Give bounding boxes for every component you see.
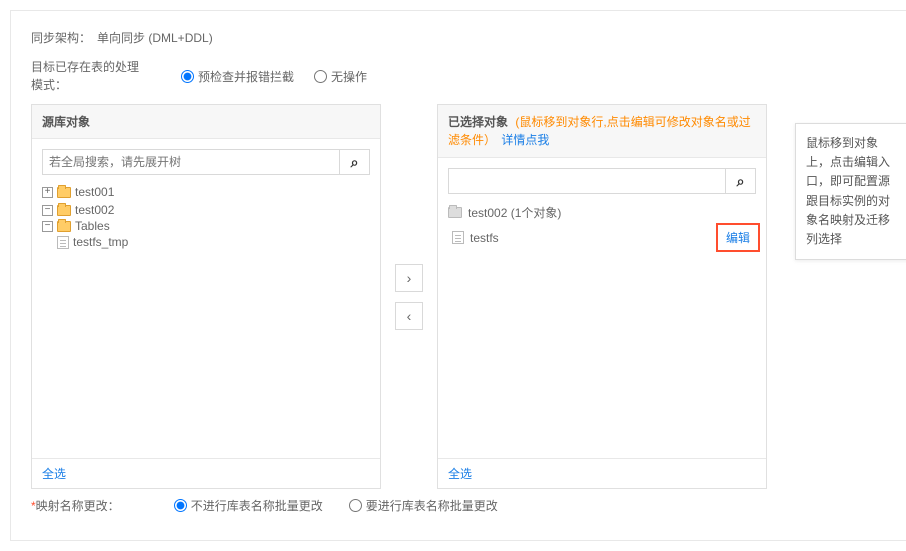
radio-noop-input[interactable]	[314, 70, 327, 83]
select-all-link[interactable]: 全选	[448, 467, 472, 481]
selected-panel-title: 已选择对象	[448, 115, 508, 129]
collapse-icon[interactable]: −	[42, 221, 53, 232]
collapse-icon[interactable]: −	[42, 205, 53, 216]
source-panel-title: 源库对象	[32, 105, 380, 139]
selected-table-row: testfs 编辑	[448, 223, 756, 252]
selected-search-button[interactable]: ⌕	[726, 168, 756, 194]
source-panel-body: ⌕ + test001	[32, 139, 380, 458]
selected-table-node[interactable]: testfs	[448, 229, 499, 247]
tree-node-tables[interactable]: − Tables	[42, 219, 370, 233]
folder-icon	[448, 207, 462, 218]
select-all-link[interactable]: 全选	[42, 467, 66, 481]
radio-precheck-input[interactable]	[181, 70, 194, 83]
sync-arch-label: 同步架构：	[31, 29, 91, 46]
search-icon: ⌕	[737, 173, 745, 190]
radio-noop[interactable]: 无操作	[314, 68, 367, 85]
selected-panel-body: ⌕ test002 (1个对象) testfs 编辑	[438, 158, 766, 458]
selected-panel-footer: 全选	[438, 458, 766, 488]
move-left-button[interactable]: ‹	[395, 302, 423, 330]
tree-node-table-item[interactable]: testfs_tmp	[42, 235, 370, 249]
table-icon	[452, 231, 464, 244]
selected-search-row: ⌕	[448, 168, 756, 194]
tree-node-db2[interactable]: − test002	[42, 203, 370, 217]
source-search-input[interactable]	[42, 149, 340, 175]
table-icon	[57, 236, 69, 249]
source-tree: + test001 − test002	[42, 183, 370, 255]
selected-panel: 已选择对象 (鼠标移到对象行,点击编辑可修改对象名或过滤条件） 详情点我 ⌕ t…	[437, 104, 767, 489]
mapping-radio-group: 不进行库表名称批量更改 要进行库表名称批量更改	[174, 497, 498, 514]
edit-button[interactable]: 编辑	[716, 223, 760, 252]
dual-panel: 源库对象 ⌕ + test001	[31, 104, 895, 489]
move-right-button[interactable]: ›	[395, 264, 423, 292]
table-mode-radio-group: 预检查并报错拦截 无操作	[181, 68, 367, 85]
db-name: test002	[75, 203, 114, 217]
db-name: test001	[75, 185, 114, 199]
sync-arch-value: 单向同步 (DML+DDL)	[97, 29, 213, 46]
table-mode-label: 目标已存在表的处理模式：	[31, 58, 141, 94]
radio-no-rename[interactable]: 不进行库表名称批量更改	[174, 497, 323, 514]
radio-precheck-label: 预检查并报错拦截	[198, 68, 294, 85]
selected-table-label: testfs	[470, 231, 499, 245]
mapping-row: * 映射名称更改： 不进行库表名称批量更改 要进行库表名称批量更改	[31, 497, 895, 514]
source-panel: 源库对象 ⌕ + test001	[31, 104, 381, 489]
table-mode-row: 目标已存在表的处理模式： 预检查并报错拦截 无操作	[31, 58, 895, 94]
radio-precheck[interactable]: 预检查并报错拦截	[181, 68, 294, 85]
source-search-row: ⌕	[42, 149, 370, 175]
tree-node-db1[interactable]: + test001	[42, 185, 370, 199]
mapping-label: 映射名称更改：	[36, 497, 120, 514]
config-panel: 同步架构： 单向同步 (DML+DDL) 目标已存在表的处理模式： 预检查并报错…	[10, 10, 906, 541]
tooltip-callout: 鼠标移到对象上，点击编辑入口，即可配置源跟目标实例的对象名映射及迁移列选择	[795, 123, 906, 260]
selected-db-node[interactable]: test002 (1个对象)	[448, 202, 756, 223]
radio-rename-label: 要进行库表名称批量更改	[366, 497, 498, 514]
source-panel-footer: 全选	[32, 458, 380, 488]
radio-no-rename-label: 不进行库表名称批量更改	[191, 497, 323, 514]
sync-architecture-row: 同步架构： 单向同步 (DML+DDL)	[31, 29, 895, 46]
transfer-buttons: › ‹	[391, 104, 427, 489]
expand-icon[interactable]: +	[42, 187, 53, 198]
selected-panel-header: 已选择对象 (鼠标移到对象行,点击编辑可修改对象名或过滤条件） 详情点我	[438, 105, 766, 158]
details-link[interactable]: 详情点我	[501, 133, 549, 147]
radio-noop-label: 无操作	[331, 68, 367, 85]
selected-db-label: test002 (1个对象)	[468, 204, 561, 221]
selected-search-input[interactable]	[448, 168, 726, 194]
source-search-button[interactable]: ⌕	[340, 149, 370, 175]
folder-icon	[57, 187, 71, 198]
radio-no-rename-input[interactable]	[174, 499, 187, 512]
tables-label: Tables	[75, 219, 110, 233]
folder-icon	[57, 221, 71, 232]
radio-rename[interactable]: 要进行库表名称批量更改	[349, 497, 498, 514]
table-name: testfs_tmp	[73, 235, 128, 249]
radio-rename-input[interactable]	[349, 499, 362, 512]
tooltip-text: 鼠标移到对象上，点击编辑入口，即可配置源跟目标实例的对象名映射及迁移列选择	[806, 136, 890, 246]
chevron-right-icon: ›	[407, 270, 412, 286]
folder-icon	[57, 205, 71, 216]
chevron-left-icon: ‹	[407, 308, 412, 324]
search-icon: ⌕	[351, 154, 359, 171]
